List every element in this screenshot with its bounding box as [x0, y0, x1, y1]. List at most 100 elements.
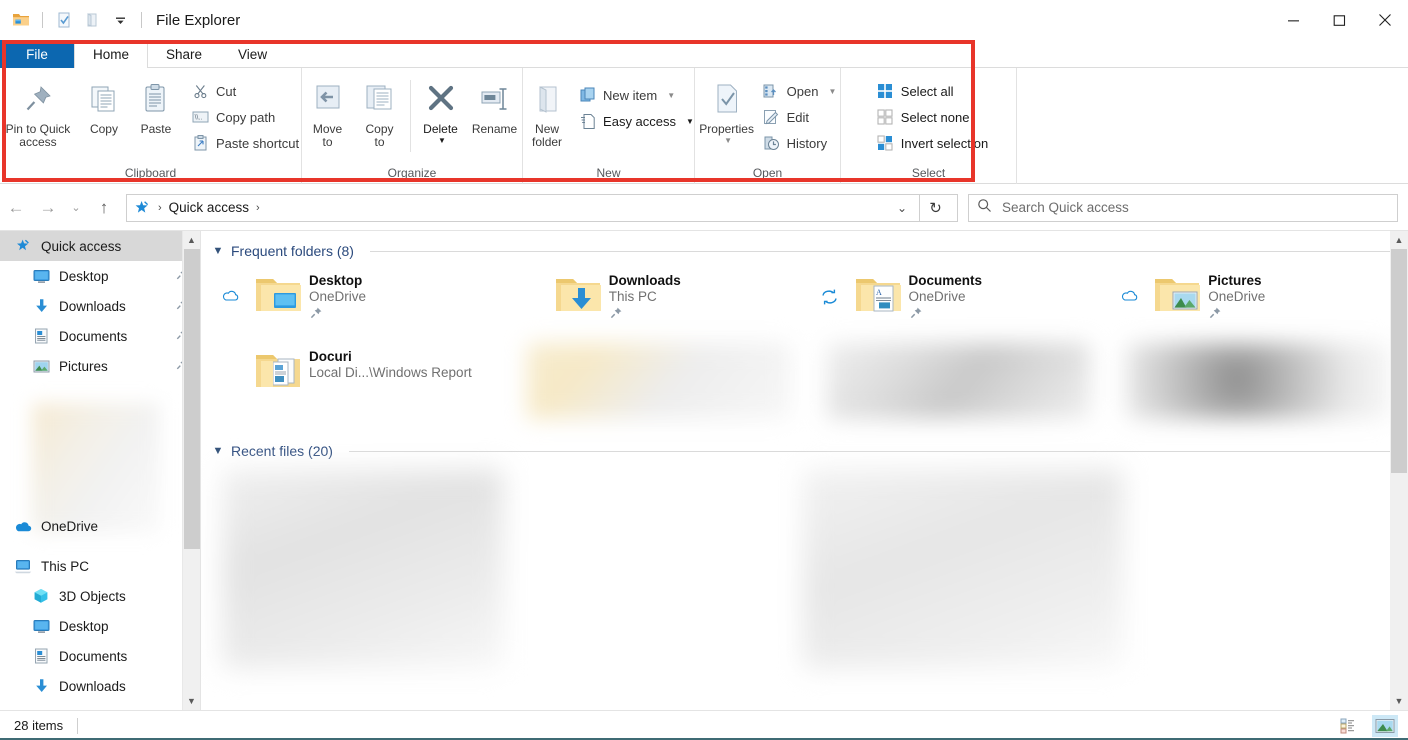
- customize-dropdown-icon[interactable]: [109, 9, 131, 31]
- folder-tile-pictures[interactable]: Pictures OneDrive: [1108, 267, 1408, 343]
- scroll-down-icon[interactable]: ▼: [1390, 692, 1408, 710]
- chevron-down-icon[interactable]: ▼: [211, 245, 225, 257]
- sidebar-item-quick-access[interactable]: Quick access: [0, 231, 200, 261]
- edit-button[interactable]: Edit: [759, 104, 841, 130]
- details-view-button[interactable]: [1338, 715, 1364, 737]
- copy-to-button[interactable]: Copy to: [354, 74, 406, 149]
- desktop-icon: [32, 617, 50, 635]
- folder-documents-icon: A: [847, 267, 909, 317]
- properties-icon[interactable]: [53, 9, 75, 31]
- chevron-down-icon[interactable]: ▼: [438, 136, 446, 145]
- chevron-down-icon[interactable]: ▼: [667, 91, 675, 100]
- copy-path-button[interactable]: \\.. Copy path: [188, 104, 303, 130]
- large-icons-view-button[interactable]: [1372, 715, 1398, 737]
- scroll-up-icon[interactable]: ▲: [183, 231, 200, 249]
- previous-locations-button[interactable]: ⌄: [889, 201, 915, 215]
- paste-shortcut-button[interactable]: Paste shortcut: [188, 130, 303, 156]
- select-none-button[interactable]: Select none: [873, 104, 992, 130]
- sidebar-item-pictures[interactable]: Pictures: [0, 351, 200, 381]
- svg-text:\\..: \\..: [195, 115, 203, 122]
- minimize-button[interactable]: [1270, 0, 1316, 40]
- sidebar-item-this-pc[interactable]: This PC: [0, 551, 200, 581]
- main-area: Quick access Desktop: [0, 231, 1408, 710]
- sidebar-item-label: 3D Objects: [59, 589, 126, 604]
- new-item-icon: [579, 87, 596, 104]
- scroll-down-icon[interactable]: ▼: [183, 692, 200, 710]
- sidebar-item-downloads-pc[interactable]: Downloads: [0, 671, 200, 701]
- search-box[interactable]: Search Quick access: [968, 194, 1398, 222]
- folder-desktop-icon: [247, 267, 309, 317]
- sidebar-item-downloads[interactable]: Downloads: [0, 291, 200, 321]
- quick-access-star-icon: [14, 237, 32, 255]
- maximize-button[interactable]: [1316, 0, 1362, 40]
- close-button[interactable]: [1362, 0, 1408, 40]
- sidebar-item-3d-objects[interactable]: 3D Objects: [0, 581, 200, 611]
- forward-button[interactable]: →: [32, 192, 64, 224]
- invert-selection-button[interactable]: Invert selection: [873, 130, 992, 156]
- group-label-open: Open: [753, 162, 782, 184]
- new-folder-button[interactable]: New folder: [519, 74, 575, 149]
- new-item-button[interactable]: New item ▼: [575, 82, 698, 108]
- tab-view[interactable]: View: [220, 40, 285, 68]
- scrollbar-thumb[interactable]: [1391, 249, 1407, 473]
- pin-icon: [609, 306, 681, 325]
- new-folder-icon[interactable]: [81, 9, 103, 31]
- explorer-icon[interactable]: [10, 9, 32, 31]
- up-button[interactable]: ↑: [88, 192, 120, 224]
- chevron-down-icon[interactable]: ▼: [686, 117, 694, 126]
- folder-tile-downloads[interactable]: Downloads This PC: [509, 267, 809, 343]
- sidebar-item-documents[interactable]: Documents: [0, 321, 200, 351]
- open-button[interactable]: Open ▼: [759, 78, 841, 104]
- properties-button[interactable]: Properties ▼: [695, 74, 759, 145]
- rename-button[interactable]: Rename: [467, 74, 523, 136]
- breadcrumb-separator-2[interactable]: ›: [253, 202, 263, 214]
- folder-location: OneDrive: [309, 289, 366, 304]
- move-to-button[interactable]: Move to: [302, 74, 354, 149]
- easy-access-button[interactable]: Easy access ▼: [575, 108, 698, 134]
- downloads-icon: [32, 677, 50, 695]
- sidebar-item-desktop[interactable]: Desktop: [0, 261, 200, 291]
- ribbon-tabs: File Home Share View ^ ?: [0, 40, 1408, 68]
- scrollbar-thumb[interactable]: [184, 249, 200, 549]
- tab-file[interactable]: File: [0, 40, 74, 68]
- documents-icon: [32, 647, 50, 665]
- chevron-down-icon[interactable]: ▼: [211, 445, 225, 457]
- move-to-label: Move to: [313, 123, 342, 149]
- cut-button[interactable]: Cut: [188, 78, 303, 104]
- breadcrumb[interactable]: › Quick access › ⌄ ↻: [126, 194, 958, 222]
- back-button[interactable]: ←: [0, 192, 32, 224]
- rename-icon: [478, 78, 512, 120]
- folder-tile-docuri[interactable]: Docuri Local Di...\Windows Report: [209, 343, 509, 419]
- tab-share[interactable]: Share: [148, 40, 220, 68]
- item-count-label: 28 items: [0, 718, 63, 733]
- content-scrollbar[interactable]: ▲ ▼: [1390, 231, 1408, 710]
- sidebar-item-onedrive[interactable]: OneDrive: [0, 511, 200, 541]
- search-input[interactable]: Search Quick access: [1002, 200, 1129, 215]
- pin-to-quick-access-label: Pin to Quick access: [6, 123, 71, 149]
- folder-tile-documents[interactable]: A Documents OneDrive: [809, 267, 1109, 343]
- ribbon-group-open: Properties ▼ Open ▼: [695, 68, 841, 184]
- recent-locations-button[interactable]: ⌄: [64, 192, 88, 224]
- tab-home[interactable]: Home: [74, 40, 148, 68]
- open-small-buttons: Open ▼ Edit: [759, 74, 841, 156]
- chevron-down-icon[interactable]: ▼: [724, 136, 732, 145]
- refresh-button[interactable]: ↻: [919, 194, 951, 222]
- sidebar-item-documents-pc[interactable]: Documents: [0, 641, 200, 671]
- invert-selection-label: Invert selection: [901, 136, 988, 151]
- folder-tile-desktop[interactable]: Desktop OneDrive: [209, 267, 509, 343]
- section-frequent-folders-header[interactable]: ▼ Frequent folders (8): [201, 243, 1408, 259]
- recent-files-list: [201, 459, 1408, 669]
- select-all-button[interactable]: Select all: [873, 78, 992, 104]
- navigation-scrollbar[interactable]: ▲ ▼: [182, 231, 200, 710]
- pin-to-quick-access-button[interactable]: Pin to Quick access: [0, 74, 78, 149]
- chevron-down-icon[interactable]: ▼: [828, 87, 836, 96]
- paste-button[interactable]: Paste: [130, 74, 182, 136]
- scroll-up-icon[interactable]: ▲: [1390, 231, 1408, 249]
- section-recent-files-header[interactable]: ▼ Recent files (20): [201, 443, 1408, 459]
- history-button[interactable]: History: [759, 130, 841, 156]
- breadcrumb-item-quick-access[interactable]: Quick access: [169, 200, 249, 215]
- sidebar-item-desktop-pc[interactable]: Desktop: [0, 611, 200, 641]
- delete-button[interactable]: Delete ▼: [415, 74, 467, 145]
- copy-to-icon: [363, 78, 397, 120]
- copy-button[interactable]: Copy: [78, 74, 130, 136]
